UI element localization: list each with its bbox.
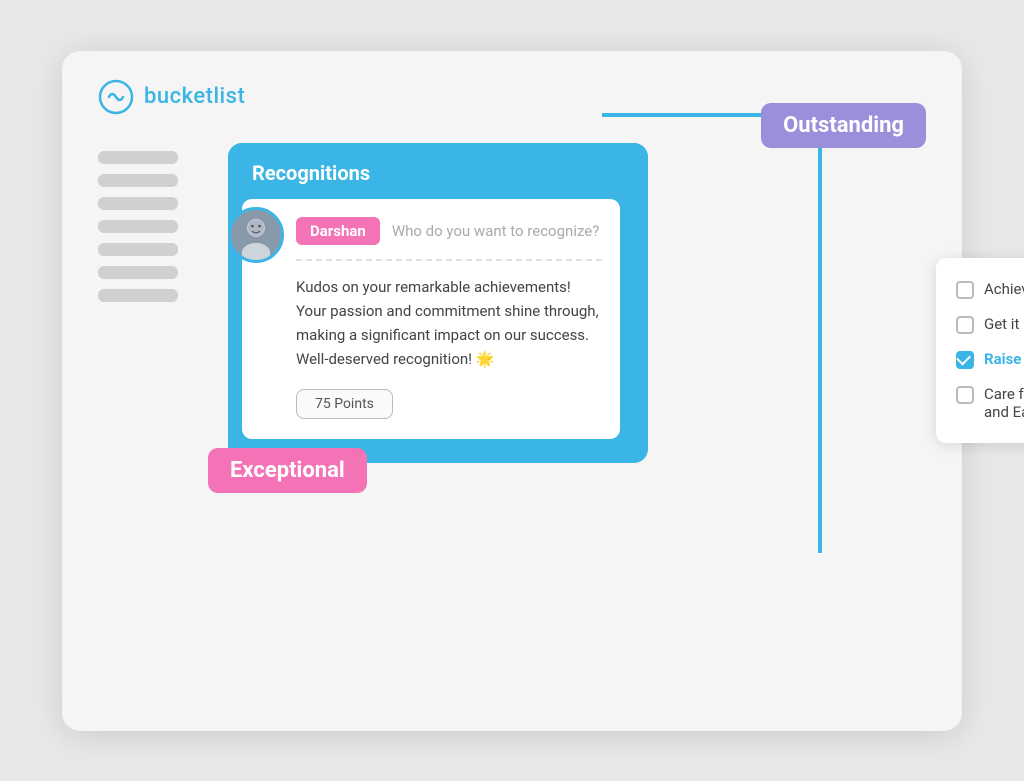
name-badge[interactable]: Darshan [296, 217, 380, 245]
avatar-image [231, 210, 281, 260]
option-item-selected[interactable]: Raise the Bar [956, 342, 1024, 377]
recognize-placeholder[interactable]: Who do you want to recognize? [392, 222, 600, 240]
checkbox-care-for-customers[interactable] [956, 386, 974, 404]
sidebar-bar [98, 151, 178, 164]
checkbox-achieve-life-goals[interactable] [956, 281, 974, 299]
option-item[interactable]: Achieve Life Goals [956, 272, 1024, 307]
options-list: Achieve Life Goals Get it Done Raise the… [936, 258, 1024, 443]
sidebar-bar [98, 289, 178, 302]
main-card: bucketlist Outstanding Recognitions [62, 51, 962, 731]
checkbox-get-it-done[interactable] [956, 316, 974, 334]
option-label: Get it Done [984, 315, 1024, 333]
option-item[interactable]: Care for Customersand Each Other [956, 377, 1024, 429]
outstanding-label: Outstanding [761, 103, 926, 148]
option-label: Achieve Life Goals [984, 280, 1024, 298]
avatar [228, 207, 284, 263]
sidebar-bar [98, 266, 178, 279]
logo-text: bucketlist [144, 84, 245, 109]
divider [296, 259, 602, 261]
recognitions-header: Recognitions [228, 143, 648, 199]
points-badge[interactable]: 75 Points [296, 389, 393, 419]
sidebar-bar [98, 197, 178, 210]
connector-line-vertical-right [818, 113, 822, 553]
option-label: Care for Customersand Each Other [984, 385, 1024, 421]
option-label-selected: Raise the Bar [984, 350, 1024, 368]
option-item[interactable]: Get it Done [956, 307, 1024, 342]
bucketlist-logo-icon [98, 79, 134, 115]
sidebar-bar [98, 243, 178, 256]
recognitions-card: Recognitions [228, 143, 648, 463]
sidebar-bar [98, 174, 178, 187]
checkbox-raise-the-bar[interactable] [956, 351, 974, 369]
sidebar-bars [98, 151, 178, 302]
exceptional-label: Exceptional [208, 448, 367, 493]
sidebar-bar [98, 220, 178, 233]
form-top-row: Darshan Who do you want to recognize? [296, 217, 602, 245]
kudos-text: Kudos on your remarkable achievements! Y… [296, 275, 602, 371]
recognitions-title: Recognitions [252, 161, 370, 185]
recognition-form: Darshan Who do you want to recognize? Ku… [242, 199, 620, 439]
